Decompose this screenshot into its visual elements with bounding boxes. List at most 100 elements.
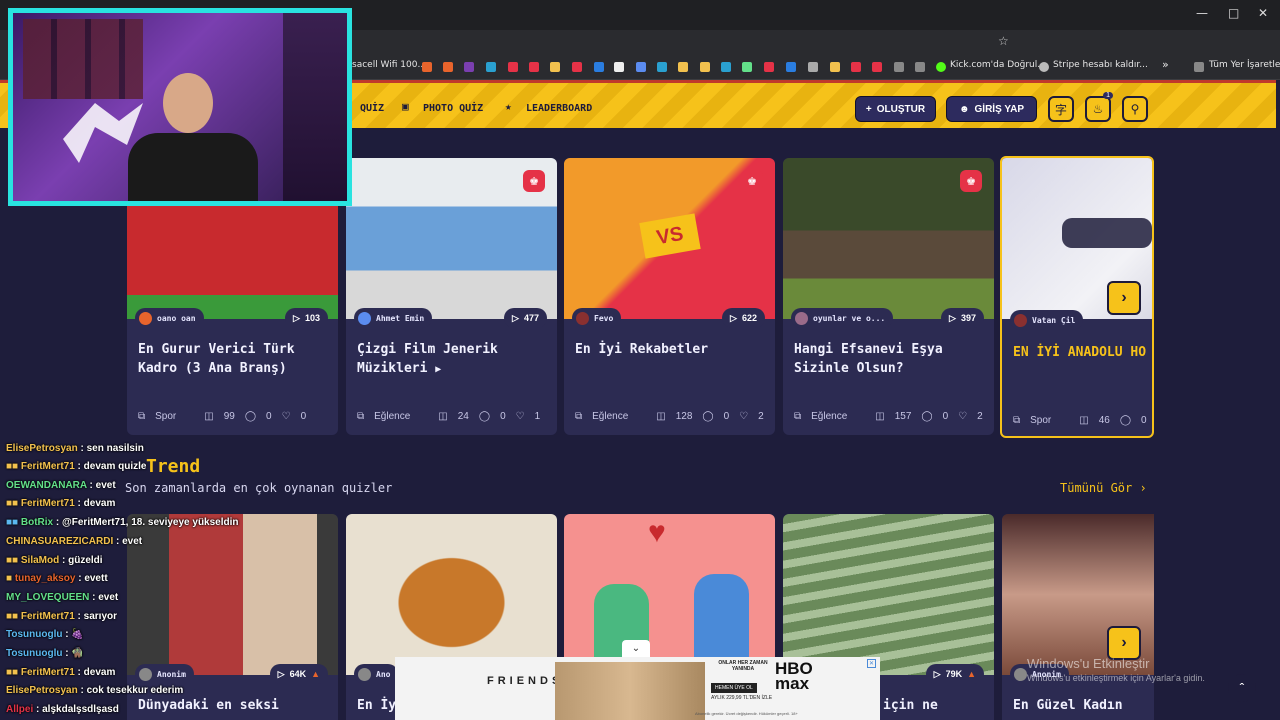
notifications-button[interactable]: ♨ 1 xyxy=(1085,92,1113,122)
author-name: oano oan xyxy=(157,313,196,323)
maximize-icon[interactable]: □ xyxy=(1228,6,1239,20)
chat-text: devam quizle xyxy=(83,461,147,472)
card-plays: ▷ 397 xyxy=(941,308,984,328)
close-icon[interactable]: ✕ xyxy=(1258,6,1268,20)
chevron-more-icon[interactable]: » xyxy=(1162,58,1169,71)
streamer-webcam xyxy=(8,8,352,206)
bookmark-icon[interactable] xyxy=(721,62,731,72)
bookmark-icon[interactable] xyxy=(786,62,796,72)
create-button[interactable]: + OLUŞTUR xyxy=(855,96,936,122)
scroll-top-button[interactable]: ˆ xyxy=(1228,674,1256,702)
ad-banner[interactable]: FRIENDS ONLAR HER ZAMAN YANINDA HBO max … xyxy=(395,657,880,720)
search-button[interactable]: ⚲ xyxy=(1122,96,1148,122)
star-icon[interactable]: ☆ xyxy=(998,34,1009,48)
folder-icon[interactable] xyxy=(1194,62,1204,72)
bookmark-icon[interactable] xyxy=(808,62,818,72)
card-author[interactable]: Vatan Çil xyxy=(1010,310,1084,330)
card-author[interactable]: Fevo xyxy=(572,308,622,328)
card-title[interactable]: En Gurur Verici Türk Kadro (3 Ana Branş) xyxy=(138,340,330,378)
card-title[interactable]: Dünyadaki en seksi xyxy=(138,696,330,715)
card-title[interactable]: EN İYİ ANADOLU HO xyxy=(1013,343,1152,362)
chat-message: ElisePetrosyan : cok tesekkur ederim xyxy=(6,685,184,696)
bookmark-icon[interactable] xyxy=(851,62,861,72)
bookmark-icon[interactable] xyxy=(742,62,752,72)
card-title[interactable]: Hangi Efsanevi Eşya Sizinle Olsun? xyxy=(794,340,986,378)
ad-close-icon[interactable]: ✕ xyxy=(867,659,876,668)
chat-message: Tosunuoglu : 🧌 xyxy=(6,648,84,659)
bookmark-icon[interactable] xyxy=(464,62,474,72)
bookmark-icon[interactable] xyxy=(422,62,432,72)
ad-brand: FRIENDS xyxy=(487,675,564,687)
folder-icon[interactable] xyxy=(915,62,925,72)
chat-text: @FeritMert71, 18. seviyeye yükseldin xyxy=(62,517,239,528)
crown-icon: ♚ xyxy=(741,170,763,192)
carousel-next-button[interactable]: › xyxy=(1107,281,1141,315)
bookmark-icon[interactable] xyxy=(872,62,882,72)
play-icon: ▷ xyxy=(933,668,941,679)
bookmark-icon[interactable] xyxy=(657,62,667,72)
translate-icon: 字 xyxy=(1054,102,1067,117)
stripe-icon[interactable] xyxy=(1039,62,1049,72)
author-name: Ano xyxy=(376,669,391,679)
bookmark-item[interactable]: Stripe hesabı kaldır... xyxy=(1053,60,1148,70)
card-author[interactable]: Ahmet Emin xyxy=(354,308,433,328)
nav-link-photo-quiz[interactable]: PHOTO QUİZ xyxy=(423,103,483,114)
bookmark-icon[interactable] xyxy=(894,62,904,72)
bookmark-item[interactable]: sacell Wifi 100... xyxy=(352,60,426,70)
ad-price: AYLIK 229,99 TL'DEN İZLE xyxy=(711,695,773,701)
card-comments: 0 xyxy=(266,411,272,422)
chat-user: Tosunuoglu xyxy=(6,648,63,659)
card-author[interactable]: Anonim xyxy=(135,664,194,684)
bookmark-icon[interactable] xyxy=(443,62,453,72)
bookmark-item[interactable]: Kick.com'da Doğrul... xyxy=(950,60,1046,70)
quiz-card[interactable]: ♚ oyunlar ve o... ▷ 397 Hangi Efsanevi Eş… xyxy=(783,158,994,435)
notification-badge: 1 xyxy=(1103,92,1113,99)
author-name: Anonim xyxy=(157,669,186,679)
see-all-link[interactable]: Tümünü Gör › xyxy=(1060,481,1147,495)
figure-right xyxy=(694,574,749,664)
bookmark-icon[interactable] xyxy=(830,62,840,72)
chat-message: Allpei : alşkdalşsdlşasd xyxy=(6,704,119,715)
card-meta: ⧉ Spor ◫ 99 ◯ 0 ♡ 0 xyxy=(138,411,306,422)
quiz-card[interactable]: ♚ Ahmet Emin ▷ 477 Çizgi Film Jenerik Müz… xyxy=(346,158,557,435)
quiz-card[interactable]: ♥ xyxy=(564,514,775,674)
bookmark-icon[interactable] xyxy=(764,62,774,72)
quiz-card[interactable]: Anonim En Güzel Kadın xyxy=(1002,514,1154,720)
carousel-next-button[interactable]: › xyxy=(1107,626,1141,660)
nav-link-leaderboard[interactable]: LEADERBOARD xyxy=(526,103,592,114)
bookmark-icon[interactable] xyxy=(678,62,688,72)
card-title[interactable]: için ne xyxy=(883,696,994,715)
card-questions: 24 xyxy=(457,411,469,422)
bookmark-icon[interactable] xyxy=(529,62,539,72)
card-author[interactable]: Ano xyxy=(354,664,399,684)
minimize-icon[interactable]: — xyxy=(1196,6,1208,20)
avatar xyxy=(1014,667,1027,681)
chevron-up-icon: ˆ xyxy=(1239,680,1245,696)
bookmark-icon[interactable] xyxy=(486,62,496,72)
chat-message: CHINASUAREZICARDI : evet xyxy=(6,536,143,547)
card-comments: 0 xyxy=(1141,415,1147,426)
translate-button[interactable]: 字 xyxy=(1048,96,1074,122)
bookmark-icon[interactable] xyxy=(550,62,560,72)
bookmark-icon[interactable] xyxy=(572,62,582,72)
card-author[interactable]: oyunlar ve o... xyxy=(791,308,894,328)
ad-cta-button[interactable]: HEMEN ÜYE OL xyxy=(711,683,757,693)
bookmark-icon[interactable] xyxy=(614,62,624,72)
play-icon: ▷ xyxy=(277,668,285,679)
card-title[interactable]: En Güzel Kadın xyxy=(1013,696,1154,715)
bookmark-icon[interactable] xyxy=(636,62,646,72)
bookmark-icon[interactable] xyxy=(700,62,710,72)
author-name: Ahmet Emin xyxy=(376,313,425,323)
quiz-card[interactable]: VS ♚ Fevo ▷ 622 En İyi Rekabetler ⧉ Eğlenc… xyxy=(564,158,775,435)
card-title[interactable]: Çizgi Film Jenerik Müzikleri ▶ xyxy=(357,340,549,379)
bookmark-item[interactable]: Tüm Yer İşaretleri xyxy=(1209,60,1280,70)
bookmark-icon[interactable] xyxy=(508,62,518,72)
bookmark-icon[interactable] xyxy=(594,62,604,72)
chat-user: BotRix xyxy=(20,517,54,528)
kick-icon[interactable] xyxy=(936,62,946,72)
login-button[interactable]: ☻ GİRİŞ YAP xyxy=(946,96,1037,122)
ad-collapse-button[interactable]: ⌄ xyxy=(622,640,650,657)
card-title[interactable]: En İyi Rekabetler xyxy=(575,340,767,359)
nav-link-quiz[interactable]: QUİZ xyxy=(360,103,384,114)
card-author[interactable]: oano oan xyxy=(135,308,204,328)
